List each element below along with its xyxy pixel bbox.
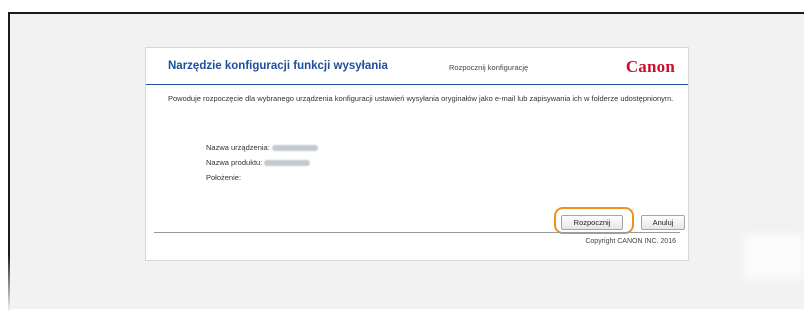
copyright-text: Copyright CANON INC. 2016 — [585, 238, 676, 245]
dialog-description: Powoduje rozpoczęcie dla wybranego urząd… — [168, 94, 674, 103]
dialog-header: Narzędzie konfiguracji funkcji wysyłania… — [146, 48, 688, 85]
dialog-subtitle: Rozpocznij konfigurację — [449, 63, 529, 72]
location-row: Położenie: — [206, 173, 318, 188]
background-blur — [744, 234, 804, 279]
product-name-value-redacted — [264, 160, 311, 167]
product-name-row: Nazwa produktu: — [206, 158, 318, 173]
footer-divider — [154, 232, 680, 233]
location-label: Położenie: — [206, 173, 242, 182]
canon-logo: Canon — [625, 57, 675, 76]
device-name-label: Nazwa urządzenia: — [206, 143, 270, 152]
product-name-label: Nazwa produktu: — [206, 158, 263, 167]
dialog-title: Narzędzie konfiguracji funkcji wysyłania — [168, 60, 388, 72]
device-name-row: Nazwa urządzenia: — [206, 143, 318, 158]
send-setup-dialog: Narzędzie konfiguracji funkcji wysyłania… — [145, 47, 689, 261]
cancel-button[interactable]: Anuluj — [641, 215, 685, 230]
device-info: Nazwa urządzenia: Nazwa produktu: Położe… — [206, 143, 318, 188]
frame-edge — [8, 254, 10, 311]
device-name-value-redacted — [271, 145, 318, 152]
start-button[interactable]: Rozpocznij — [561, 215, 623, 230]
browser-frame: Narzędzie konfiguracji funkcji wysyłania… — [8, 12, 804, 311]
